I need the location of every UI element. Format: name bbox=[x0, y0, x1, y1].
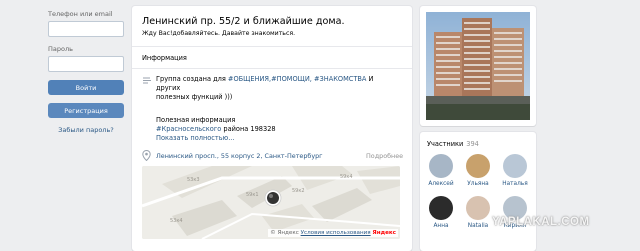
login-button[interactable]: Войти bbox=[48, 80, 124, 95]
member-item[interactable]: Наталья bbox=[498, 154, 532, 187]
member-name: Анна bbox=[433, 223, 449, 229]
members-title: Участники bbox=[427, 140, 464, 148]
avatar bbox=[429, 196, 453, 220]
members-block: Участники 394 Алексей Ульяна Наталья Анна… bbox=[420, 132, 536, 251]
map-attribution: © Яндекс Условия использования Яндекс bbox=[268, 229, 398, 237]
avatar bbox=[466, 154, 490, 178]
member-name: Алексей bbox=[428, 181, 454, 187]
map-terms-link[interactable]: Условия использования bbox=[301, 230, 371, 236]
forgot-password-link[interactable]: Забыли пароль? bbox=[48, 126, 124, 134]
group-photo-card bbox=[420, 6, 536, 126]
group-card: Ленинский пр. 55/2 и ближайшие дома. Жду… bbox=[132, 6, 412, 251]
desc-prefix: Группа создана для bbox=[156, 75, 228, 83]
yandex-logo[interactable]: Яндекс bbox=[372, 230, 396, 236]
useful-info: Полезная информация #Красносельского рай… bbox=[156, 116, 276, 134]
divider bbox=[132, 46, 412, 47]
hashtag-links[interactable]: #ОБЩЕНИЯ,#ПОМОЩИ, #ЗНАКОМСТВА bbox=[228, 75, 367, 83]
map-house-label: 59к2 bbox=[292, 188, 305, 194]
map[interactable]: 59к4 59к1 53к3 59к2 53к4 © Яндекс Услови… bbox=[142, 166, 400, 239]
phone-input[interactable] bbox=[48, 21, 124, 37]
map-house-label: 59к1 bbox=[246, 192, 259, 198]
divider bbox=[132, 68, 412, 69]
useful-rest: района 198328 bbox=[221, 125, 276, 133]
members-heading[interactable]: Участники 394 bbox=[427, 140, 479, 148]
password-input[interactable] bbox=[48, 56, 124, 72]
district-hashtag[interactable]: #Красносельского bbox=[156, 125, 221, 133]
useful-line1: Полезная информация bbox=[156, 116, 236, 124]
register-button[interactable]: Регистрация bbox=[48, 103, 124, 118]
building-photo-icon bbox=[426, 12, 530, 120]
watermark: YAPLAKAL.COM bbox=[492, 216, 590, 228]
group-photo[interactable] bbox=[426, 12, 530, 120]
phone-label: Телефон или email bbox=[48, 10, 113, 18]
details-link[interactable]: Подробнее bbox=[366, 152, 403, 160]
member-item[interactable]: Natalia bbox=[461, 196, 495, 229]
map-house-label: 53к4 bbox=[170, 218, 183, 224]
avatar bbox=[429, 154, 453, 178]
show-more-link[interactable]: Показать полностью... bbox=[156, 134, 234, 142]
map-copyright: © Яндекс bbox=[270, 230, 299, 236]
address-link[interactable]: Ленинский просп., 55 корпус 2, Санкт-Пет… bbox=[156, 152, 323, 160]
group-title: Ленинский пр. 55/2 и ближайшие дома. bbox=[142, 16, 345, 27]
desc-line2: полезных функций ))) bbox=[156, 93, 233, 101]
member-item[interactable]: Ульяна bbox=[461, 154, 495, 187]
login-form: Телефон или email Пароль Войти Регистрац… bbox=[48, 10, 124, 134]
members-count: 394 bbox=[466, 140, 479, 148]
member-item[interactable]: Алексей bbox=[424, 154, 458, 187]
map-house-label: 53к3 bbox=[187, 177, 200, 183]
group-status: Жду Вас!добавляйтесь. Давайте знакомитьс… bbox=[142, 30, 296, 37]
member-item[interactable]: Анна bbox=[424, 196, 458, 229]
password-label: Пароль bbox=[48, 45, 73, 53]
map-house-label: 59к4 bbox=[340, 174, 353, 180]
description-text: Группа создана для #ОБЩЕНИЯ,#ПОМОЩИ, #ЗН… bbox=[156, 75, 396, 102]
member-name: Ульяна bbox=[467, 181, 489, 187]
avatar bbox=[466, 196, 490, 220]
location-pin-icon bbox=[142, 150, 151, 161]
description-icon bbox=[143, 77, 151, 84]
avatar bbox=[503, 154, 527, 178]
member-name: Natalia bbox=[467, 223, 489, 229]
info-heading: Информация bbox=[142, 54, 187, 62]
member-name: Наталья bbox=[502, 181, 528, 187]
